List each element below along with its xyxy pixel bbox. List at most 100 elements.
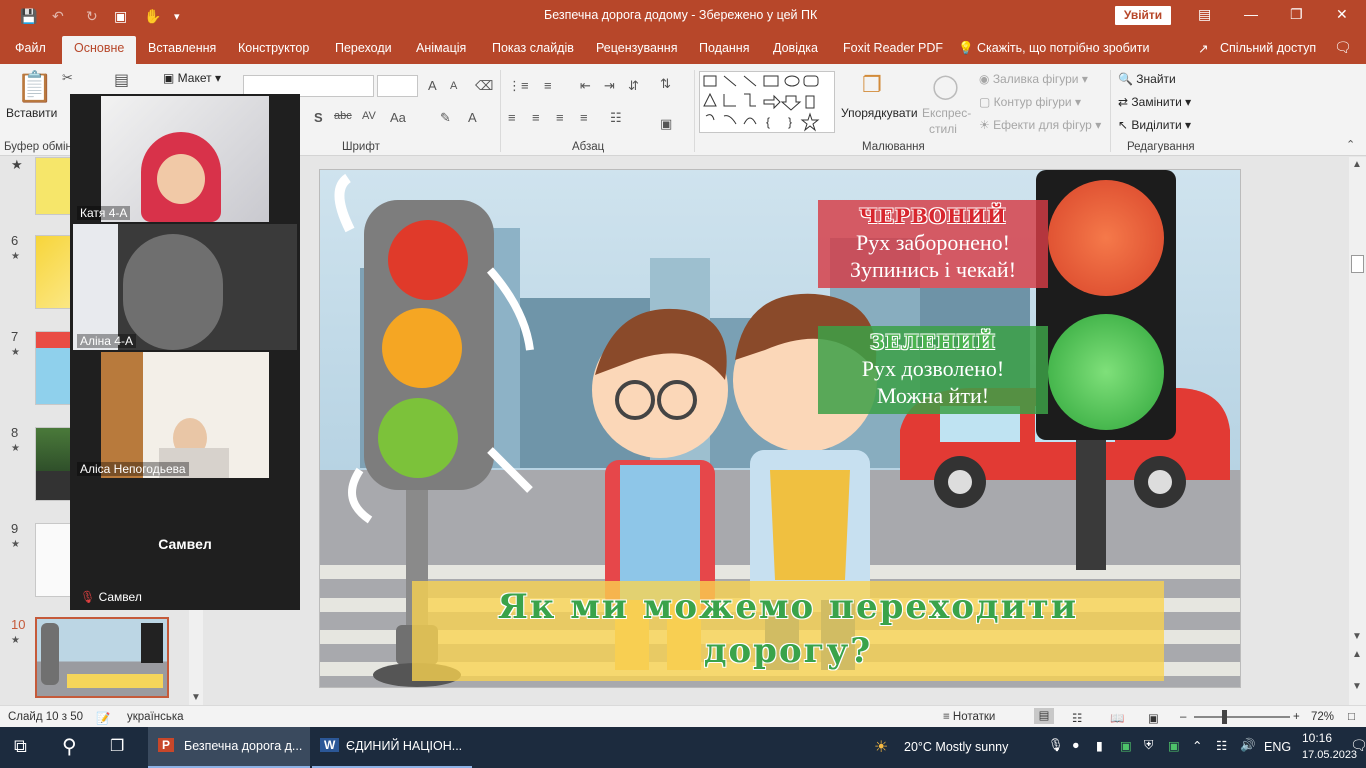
increase-indent-icon[interactable]: ⇥ [604,78,615,94]
tab-review[interactable]: Рецензування [596,41,677,55]
network-icon[interactable]: ☷ [1216,738,1227,753]
battery-icon[interactable]: ▮ [1096,738,1103,753]
green-signal-panel[interactable]: ЗЕЛЕНИЙ Рух дозволено! Можна йти! [818,326,1048,414]
tab-animations[interactable]: Анімація [416,41,466,55]
select-button[interactable]: ↖ Виділити ▾ [1118,118,1191,132]
tab-home[interactable]: Основне [62,36,137,64]
redo-icon[interactable]: ↻ [86,8,98,25]
scroll-down-icon[interactable]: ▼ [191,692,201,703]
taskbar-word[interactable]: W ЄДИНИЙ НАЦІОН... [312,727,472,768]
tab-help[interactable]: Довідка [773,41,818,55]
arrange-button[interactable]: Упорядкувати [841,106,918,120]
collapse-ribbon-icon[interactable]: ⌃ [1346,138,1355,151]
windows-start-icon[interactable]: ⧉ [14,736,27,757]
decrease-indent-icon[interactable]: ⇤ [580,78,591,94]
tab-slideshow[interactable]: Показ слайдів [492,41,574,55]
spellcheck-icon[interactable]: 📝 [96,711,110,725]
slide-sorter-icon[interactable]: ☷ [1072,711,1082,725]
clear-format-icon[interactable]: ⌫ [475,78,493,94]
task-view-icon[interactable]: ❐ [110,736,124,756]
start-slideshow-icon[interactable]: ▣ [114,8,127,25]
zoom-in-icon[interactable]: + [1293,711,1300,723]
normal-view-icon[interactable]: ▤ [1034,708,1054,724]
video-tile-alina[interactable]: Аліна 4-А [73,224,297,350]
volume-icon[interactable]: 🔊 [1240,738,1256,753]
thumbnail-slide-10[interactable] [35,617,169,698]
change-case-icon[interactable]: Aa [390,110,406,125]
quick-styles-icon[interactable]: ◯ [932,72,959,101]
highlight-icon[interactable]: ✎ [440,110,451,126]
new-slide-icon[interactable]: ▤ [114,70,129,90]
paste-icon[interactable]: 📋 [16,70,53,105]
align-right-icon[interactable]: ≡ [556,110,564,125]
bullets-icon[interactable]: ⋮≡ [508,78,529,94]
font-size-input[interactable] [377,75,418,97]
replace-button[interactable]: ⇄ Замінити ▾ [1118,95,1191,109]
restore-icon[interactable]: ❐ [1290,6,1303,23]
font-color-icon[interactable]: A [468,110,477,125]
weather-text[interactable]: 20°C Mostly sunny [904,740,1008,754]
customize-toolbar-icon[interactable]: ▾ [174,10,180,23]
taskbar-powerpoint[interactable]: P Безпечна дорога д... [148,727,310,768]
tab-design[interactable]: Конструктор [238,41,309,55]
align-center-icon[interactable]: ≡ [532,110,540,125]
microphone-icon[interactable]: 🎙 [1048,738,1064,753]
clock-time[interactable]: 10:16 [1302,731,1332,745]
next-slide-icon[interactable]: ▼ [1352,681,1362,692]
quick-styles-button[interactable]: Експрес- [922,106,971,120]
ribbon-display-icon[interactable]: ▤ [1198,6,1211,23]
zoom-video-panel[interactable]: Катя 4-А Аліна 4-А Аліса Непогодьева Сам… [70,94,300,610]
zoom-slider-thumb[interactable] [1222,710,1227,724]
slide-scrollbar[interactable]: ▲ ▼ ▲ ▼ [1349,157,1366,705]
cut-icon[interactable]: ✂ [62,70,73,86]
clock-date[interactable]: 17.05.2023 [1302,749,1357,761]
security-icon[interactable]: ⛨ [1144,738,1153,753]
sign-in-button[interactable]: Увійти [1115,6,1171,25]
tab-transitions[interactable]: Переходи [335,41,392,55]
shadow-icon[interactable]: S [314,110,323,125]
tab-view[interactable]: Подання [699,41,749,55]
shape-outline-button[interactable]: ▢ Контур фігури ▾ [979,95,1081,109]
tab-foxit[interactable]: Foxit Reader PDF [843,41,943,55]
notes-button[interactable]: ≡ Нотатки [943,711,995,723]
smartart-icon[interactable]: ▣ [660,116,672,132]
tell-me-search[interactable]: Скажіть, що потрібно зробити [977,41,1150,55]
touch-mode-icon[interactable]: ✋ [144,8,161,25]
zoom-slider[interactable] [1194,716,1290,718]
audio-tile-samvel[interactable]: Самвел 🎙 Самвел [73,480,297,606]
grow-font-icon[interactable]: A [428,78,437,93]
zoom-tray-icon[interactable]: ● [1072,738,1080,752]
zoom-level[interactable]: 72% [1311,711,1334,723]
find-button[interactable]: 🔍 Знайти [1118,72,1176,86]
scroll-up-icon[interactable]: ▲ [1352,159,1362,170]
minimize-icon[interactable]: — [1244,6,1258,22]
zoom-out-icon[interactable]: – [1180,711,1186,723]
video-tile-katia[interactable]: Катя 4-А [73,96,297,222]
shrink-font-icon[interactable]: A [450,80,457,92]
numbering-icon[interactable]: ≡ [544,78,552,93]
search-icon[interactable]: ⚲ [62,734,77,759]
arrange-icon[interactable]: ❐ [862,72,882,98]
paste-button[interactable]: Вставити [6,106,57,120]
undo-icon[interactable]: ↶ [52,8,64,25]
slide-question-banner[interactable]: Як ми можемо переходити дорогу? [412,581,1164,681]
strikethrough-icon[interactable]: abc [334,110,352,122]
tab-insert[interactable]: Вставлення [148,41,216,55]
red-signal-panel[interactable]: ЧЕРВОНИЙ Рух заборонено! Зупинись і чека… [818,200,1048,288]
reading-view-icon[interactable]: 📖 [1110,711,1124,725]
video-tile-alisa[interactable]: Аліса Непогодьева [73,352,297,478]
justify-icon[interactable]: ≡ [580,110,588,125]
line-spacing-icon[interactable]: ⇵ [628,78,639,94]
slideshow-view-icon[interactable]: ▣ [1148,711,1159,725]
share-button[interactable]: Спільний доступ [1220,41,1316,55]
scrollbar-thumb[interactable] [1351,255,1364,273]
shapes-gallery[interactable]: {} [699,71,835,133]
scroll-down-icon[interactable]: ▼ [1352,631,1362,642]
notifications-icon[interactable]: 🗨 [1350,737,1366,754]
shape-fill-button[interactable]: ◉ Заливка фігури ▾ [979,72,1088,86]
columns-icon[interactable]: ☷ [610,110,622,126]
comments-icon[interactable]: 🗨 [1334,39,1352,56]
app-tray-icon-2[interactable]: ▣ [1168,738,1180,753]
keyboard-language[interactable]: ENG [1264,740,1291,754]
tray-chevron-icon[interactable]: ⌃ [1192,738,1202,753]
